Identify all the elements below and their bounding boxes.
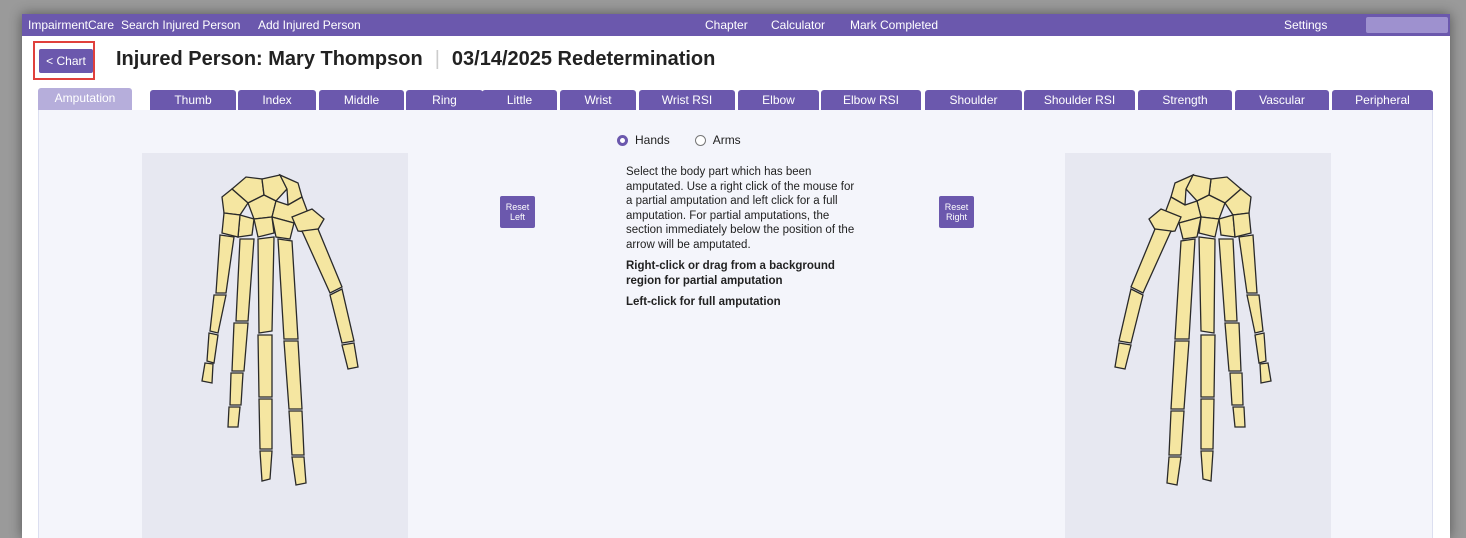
left-hand-skeleton[interactable] xyxy=(142,153,408,538)
tab-bar: Amputation Thumb Index Middle Ring Littl… xyxy=(38,88,1450,110)
carpal-bone[interactable] xyxy=(1198,216,1220,238)
thumb-proximal-phalanx[interactable] xyxy=(329,288,355,344)
carpal-bone[interactable] xyxy=(237,214,255,238)
tab-ring[interactable]: Ring xyxy=(406,90,483,110)
ring-proximal-phalanx[interactable] xyxy=(1224,322,1242,372)
reset-right-button[interactable]: Reset Right xyxy=(939,196,974,228)
little-metacarpal[interactable] xyxy=(215,234,235,294)
app-window: ImpairmentCare Search Injured Person Add… xyxy=(22,14,1450,538)
nav-brand[interactable]: ImpairmentCare xyxy=(28,18,114,32)
injured-person-title: Injured Person: Mary Thompson xyxy=(116,48,423,70)
thumb-metacarpal[interactable] xyxy=(301,228,343,294)
middle-middle-phalanx[interactable] xyxy=(1200,398,1215,450)
ring-proximal-phalanx[interactable] xyxy=(231,322,249,372)
amputation-panel: Reset Left Hands Arms Select the body pa… xyxy=(38,110,1433,538)
ring-middle-phalanx[interactable] xyxy=(229,372,244,406)
middle-metacarpal[interactable] xyxy=(257,236,275,334)
index-distal-phalanx[interactable] xyxy=(1166,456,1182,486)
hands-radio[interactable] xyxy=(617,134,628,146)
thumb-metacarpal[interactable] xyxy=(1130,228,1172,294)
tab-little[interactable]: Little xyxy=(482,90,557,110)
tab-vascular[interactable]: Vascular xyxy=(1235,90,1329,110)
tab-amputation[interactable]: Amputation xyxy=(38,88,132,110)
thumb-proximal-phalanx[interactable] xyxy=(1118,288,1144,344)
limb-selector: Hands Arms xyxy=(617,133,766,147)
tab-thumb[interactable]: Thumb xyxy=(150,90,236,110)
tab-strength[interactable]: Strength xyxy=(1138,90,1232,110)
chart-back-button[interactable]: < Chart xyxy=(39,49,93,73)
little-metacarpal[interactable] xyxy=(1238,234,1258,294)
nav-mark-completed[interactable]: Mark Completed xyxy=(850,18,938,32)
little-middle-phalanx[interactable] xyxy=(206,332,219,364)
index-middle-phalanx[interactable] xyxy=(288,410,305,456)
instructions-partial: Right-click or drag from a background re… xyxy=(626,260,835,287)
index-distal-phalanx[interactable] xyxy=(291,456,307,486)
ring-distal-phalanx[interactable] xyxy=(227,406,241,428)
little-distal-phalanx[interactable] xyxy=(201,362,214,384)
right-hand-skeleton[interactable] xyxy=(1065,153,1331,538)
middle-metacarpal[interactable] xyxy=(1198,236,1216,334)
right-hand-panel xyxy=(1065,153,1331,538)
thumb-distal-phalanx[interactable] xyxy=(1114,342,1132,370)
index-proximal-phalanx[interactable] xyxy=(1170,340,1190,410)
instructions-text: Select the body part which has been ampu… xyxy=(626,165,856,317)
tab-peripheral[interactable]: Peripheral xyxy=(1332,90,1433,110)
instructions-body: Select the body part which has been ampu… xyxy=(626,166,855,251)
tab-elbow-rsi[interactable]: Elbow RSI xyxy=(821,90,921,110)
little-middle-phalanx[interactable] xyxy=(1254,332,1267,364)
ring-metacarpal[interactable] xyxy=(1218,238,1238,322)
nav-settings[interactable]: Settings xyxy=(1284,18,1327,32)
tab-wrist-rsi[interactable]: Wrist RSI xyxy=(639,90,735,110)
arms-radio[interactable] xyxy=(694,134,706,146)
middle-distal-phalanx[interactable] xyxy=(259,450,273,482)
little-proximal-phalanx[interactable] xyxy=(1246,294,1264,334)
thumb-distal-phalanx[interactable] xyxy=(341,342,359,370)
title-separator: | xyxy=(434,48,440,70)
arms-radio-label[interactable]: Arms xyxy=(713,133,741,147)
tab-index[interactable]: Index xyxy=(238,90,316,110)
little-proximal-phalanx[interactable] xyxy=(209,294,227,334)
index-metacarpal[interactable] xyxy=(277,238,299,340)
tab-elbow[interactable]: Elbow xyxy=(738,90,819,110)
middle-distal-phalanx[interactable] xyxy=(1200,450,1214,482)
tab-middle[interactable]: Middle xyxy=(319,90,404,110)
left-hand-panel xyxy=(142,153,408,538)
hands-radio-label[interactable]: Hands xyxy=(635,133,670,147)
tab-shoulder[interactable]: Shoulder xyxy=(925,90,1022,110)
middle-proximal-phalanx[interactable] xyxy=(1200,334,1216,398)
instructions-full: Left-click for full amputation xyxy=(626,296,781,308)
middle-proximal-phalanx[interactable] xyxy=(257,334,273,398)
carpal-bone[interactable] xyxy=(1232,212,1252,238)
nav-search-injured-person[interactable]: Search Injured Person xyxy=(121,18,240,32)
reset-left-button[interactable]: Reset Left xyxy=(500,196,535,228)
page-title: Injured Person: Mary Thompson | 03/14/2025… xyxy=(116,48,715,71)
nav-calculator[interactable]: Calculator xyxy=(771,18,825,32)
ring-middle-phalanx[interactable] xyxy=(1229,372,1244,406)
tab-wrist[interactable]: Wrist xyxy=(560,90,636,110)
tab-shoulder-rsi[interactable]: Shoulder RSI xyxy=(1024,90,1135,110)
nav-user-box[interactable] xyxy=(1366,17,1448,33)
top-navbar: ImpairmentCare Search Injured Person Add… xyxy=(22,14,1450,36)
nav-chapter[interactable]: Chapter xyxy=(705,18,748,32)
ring-metacarpal[interactable] xyxy=(235,238,255,322)
carpal-bone[interactable] xyxy=(253,216,275,238)
carpal-bone[interactable] xyxy=(1218,214,1236,238)
index-metacarpal[interactable] xyxy=(1174,238,1196,340)
ring-distal-phalanx[interactable] xyxy=(1232,406,1246,428)
carpal-bone[interactable] xyxy=(221,212,241,238)
little-distal-phalanx[interactable] xyxy=(1259,362,1272,384)
index-proximal-phalanx[interactable] xyxy=(283,340,303,410)
middle-middle-phalanx[interactable] xyxy=(258,398,273,450)
index-middle-phalanx[interactable] xyxy=(1168,410,1185,456)
determination-title: 03/14/2025 Redetermination xyxy=(451,48,716,70)
nav-add-injured-person[interactable]: Add Injured Person xyxy=(258,18,361,32)
